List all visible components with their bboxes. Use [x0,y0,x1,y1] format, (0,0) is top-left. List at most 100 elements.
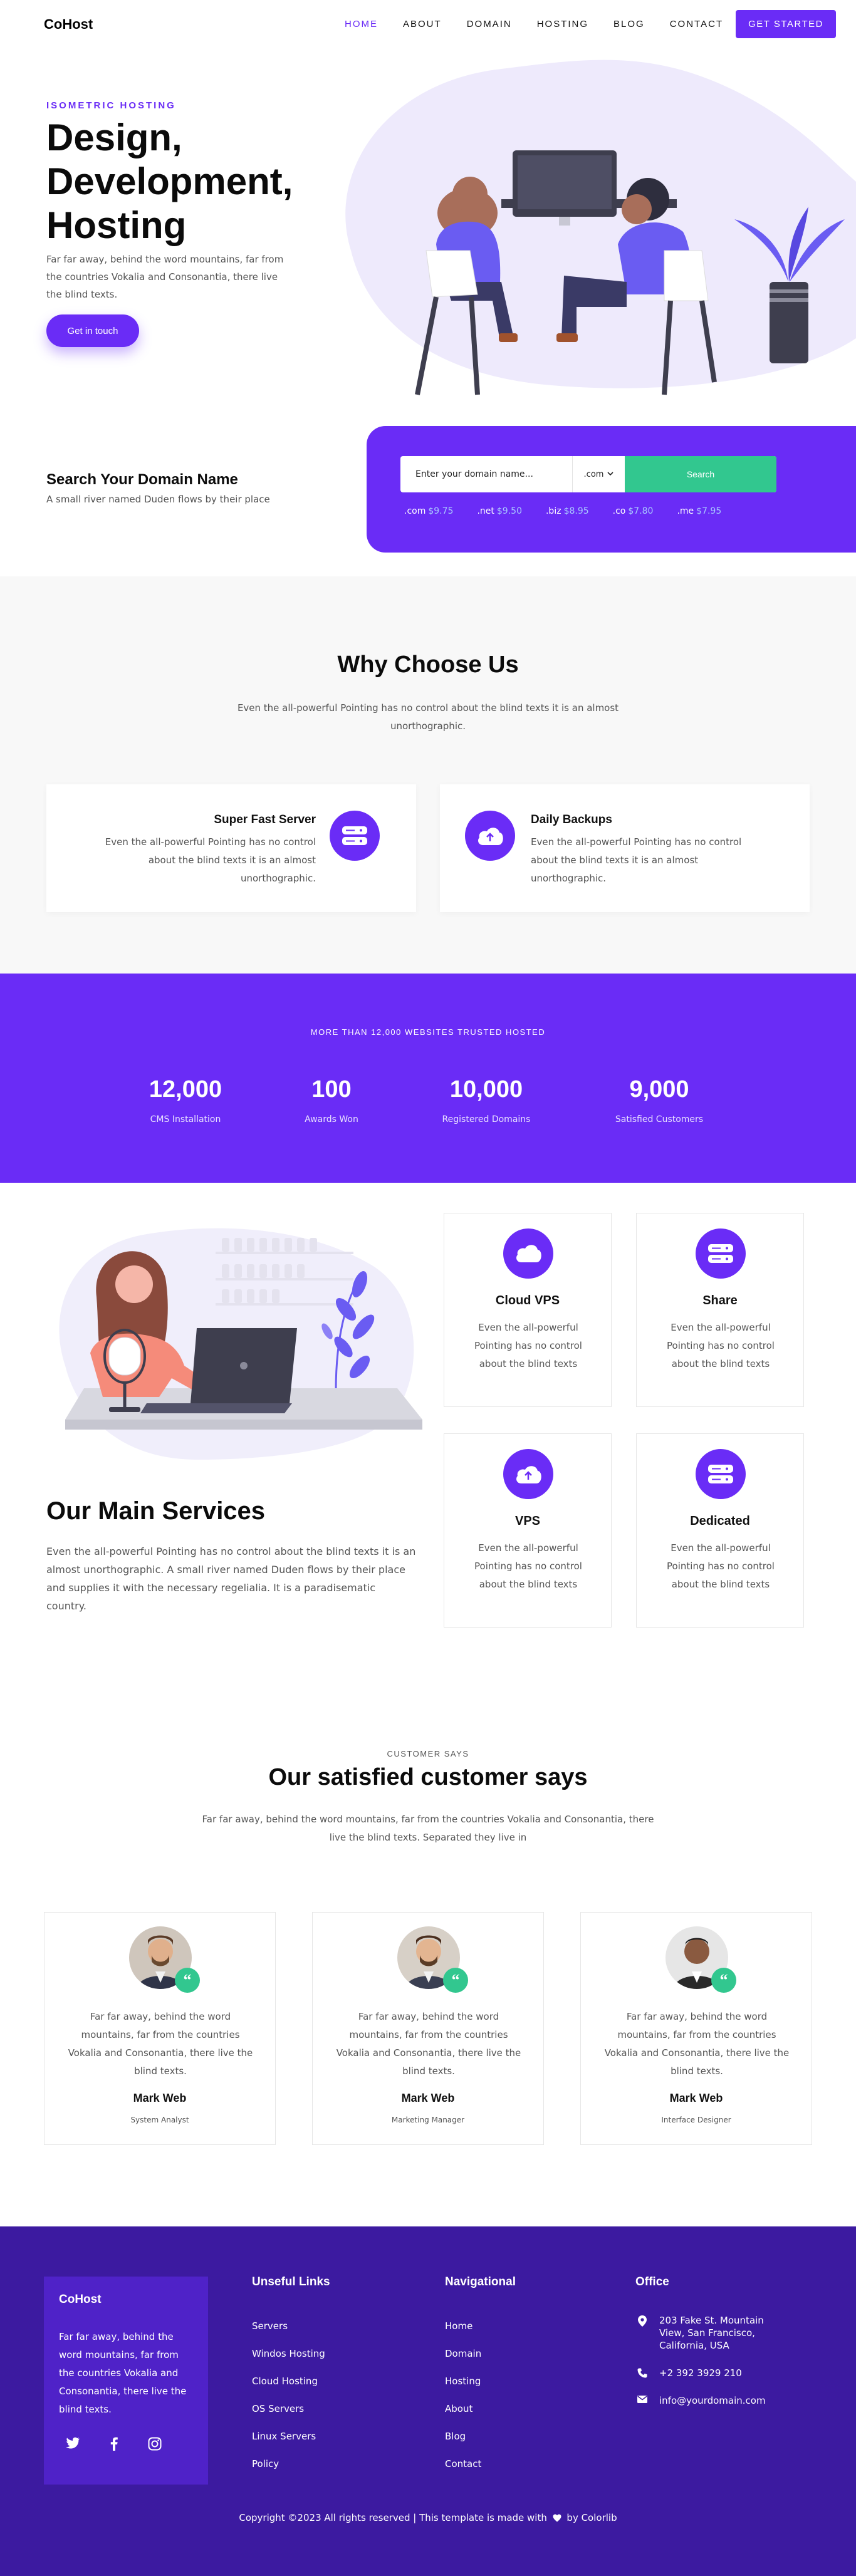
footer-about-text: Far far away, behind the word mountains,… [59,2331,187,2415]
footer-link[interactable]: Domain [445,2348,481,2376]
nav-domain[interactable]: Domain [454,19,525,29]
testimonial-name: Mark Web [401,2092,455,2104]
nav-contact[interactable]: Contact [657,19,736,29]
stats-kicker: MORE THAN 12,000 WEBSITES TRUSTED HOSTED [310,1027,546,1037]
testimonial-name: Mark Web [669,2092,723,2104]
testimonial-text: Far far away, behind the word mountains,… [336,2011,521,2077]
feature-card-daily-backups: Daily Backups Even the all-powerful Poin… [440,784,810,912]
footer-brand: CoHost [59,2293,102,2306]
stat-number: 9,000 [629,1076,689,1103]
footer-link[interactable]: Blog [445,2431,481,2458]
footer-about-box: CoHost Far far away, behind the word mou… [44,2277,208,2485]
footer-useful-title: Unseful Links [252,2275,330,2288]
footer-phone[interactable]: +2 392 3929 210 [637,2367,742,2379]
service-card-dedicated[interactable]: Dedicated Even the all-powerful Pointing… [636,1433,804,1628]
nav-home[interactable]: Home [332,19,390,29]
testimonial-card: “ Far far away, behind the word mountain… [312,1912,544,2145]
testimonial-card: “ Far far away, behind the word mountain… [44,1912,276,2145]
cloud-upload-icon [503,1449,553,1499]
stat-item: 100 Awards Won [256,1076,407,1124]
stat-item: 10,000 Registered Domains [411,1076,561,1124]
instagram-icon[interactable] [148,2437,162,2453]
server-icon [330,811,380,861]
cloud-icon [503,1228,553,1279]
domain-subtitle: A small river named Duden flows by their… [46,494,270,505]
nav-blog[interactable]: Blog [601,19,657,29]
phone-icon [637,2367,648,2379]
copyright-credit-link[interactable]: by Colorlib [566,2512,617,2523]
facebook-icon[interactable] [110,2437,118,2453]
hero-text: Far far away, behind the word mountains,… [46,254,284,300]
service-card-share[interactable]: Share Even the all-powerful Pointing has… [636,1213,804,1407]
stat-item: 12,000 CMS Installation [110,1076,261,1124]
footer-email[interactable]: info@yourdomain.com [637,2394,766,2407]
brand-logo[interactable]: CoHost [44,16,93,33]
service-text: Even the all-powerful Pointing has no co… [667,1542,775,1590]
service-name: VPS [514,1514,541,1528]
service-card-cloud-vps[interactable]: Cloud VPS Even the all-powerful Pointing… [444,1213,612,1407]
footer-link[interactable]: Linux Servers [252,2431,325,2458]
feature-title: Super Fast Server [214,813,316,826]
service-name: Dedicated [690,1514,750,1528]
stat-item: 9,000 Satisfied Customers [584,1076,734,1124]
quote-icon: “ [175,1968,200,1993]
quote-icon: “ [711,1968,736,1993]
footer-link[interactable]: Cloud Hosting [252,2376,325,2403]
footer-phone-text: +2 392 3929 210 [659,2367,742,2379]
hero-title: Design, Development, Hosting [46,117,293,246]
services-illustration [59,1228,422,1460]
testimonials-title: Our satisfied customer says [268,1764,588,1790]
why-subtitle: Even the all-powerful Pointing has no co… [237,702,619,732]
testimonial-card: “ Far far away, behind the word mountain… [580,1912,812,2145]
nav-about[interactable]: About [390,19,454,29]
footer-link[interactable]: Policy [252,2458,325,2486]
get-in-touch-button[interactable]: Get in touch [46,314,139,347]
domain-price-item: .me $7.95 [677,506,722,516]
domain-price-item: .co $7.80 [612,506,654,516]
footer-link[interactable]: OS Servers [252,2403,325,2431]
stat-number: 12,000 [149,1076,222,1103]
feature-text: Even the all-powerful Pointing has no co… [105,836,316,884]
copyright: Copyright ©2023 All rights reserved | Th… [0,2512,856,2525]
get-started-button[interactable]: Get Started [736,9,836,38]
why-title: Why Choose Us [337,652,519,678]
stat-number: 10,000 [449,1076,523,1103]
footer-link[interactable]: Home [445,2320,481,2348]
footer-link[interactable]: About [445,2403,481,2431]
tld-select[interactable]: .com [572,456,625,492]
quote-icon: “ [443,1968,468,1993]
domain-price-item: .biz $8.95 [545,506,589,516]
tld-select-value: .com [583,469,604,479]
testimonials-subtitle: Far far away, behind the word mountains,… [202,1814,654,1843]
testimonial-text: Far far away, behind the word mountains,… [604,2011,790,2077]
service-card-vps[interactable]: VPS Even the all-powerful Pointing has n… [444,1433,612,1628]
domain-price-item: .com $9.75 [404,506,454,516]
envelope-icon [637,2394,648,2407]
footer-link[interactable]: Hosting [445,2376,481,2403]
copyright-prefix: Copyright ©2023 All rights reserved | Th… [239,2512,547,2523]
service-text: Even the all-powerful Pointing has no co… [474,1322,582,1369]
service-text: Even the all-powerful Pointing has no co… [667,1322,775,1369]
feature-card-fast-server: Super Fast Server Even the all-powerful … [46,784,416,912]
stat-number: 100 [311,1076,352,1103]
feature-text: Even the all-powerful Pointing has no co… [531,836,742,884]
twitter-icon[interactable] [65,2437,80,2453]
domain-search-panel: .com Search .com$9.75 .net$9.50 .biz$8.9… [367,426,856,553]
footer-address-text: 203 Fake St. Mountain View, San Francisc… [659,2315,764,2351]
domain-input[interactable] [400,456,572,492]
chevron-down-icon [607,470,614,479]
map-pin-icon [637,2314,648,2352]
cloud-upload-icon [465,811,515,861]
footer-link[interactable]: Contact [445,2458,481,2486]
domain-search-button[interactable]: Search [625,456,776,492]
nav-hosting[interactable]: Hosting [525,19,601,29]
testimonial-role: Interface Designer [661,2116,731,2124]
testimonial-text: Far far away, behind the word mountains,… [68,2011,253,2077]
footer-link[interactable]: Servers [252,2320,325,2348]
footer-nav-links: Home Domain Hosting About Blog Contact [445,2320,481,2486]
stat-label: Satisfied Customers [615,1114,704,1124]
stat-label: Awards Won [305,1114,358,1124]
domain-title: Search Your Domain Name [46,471,238,488]
footer-link[interactable]: Windos Hosting [252,2348,325,2376]
domain-price-item: .net $9.50 [477,506,522,516]
